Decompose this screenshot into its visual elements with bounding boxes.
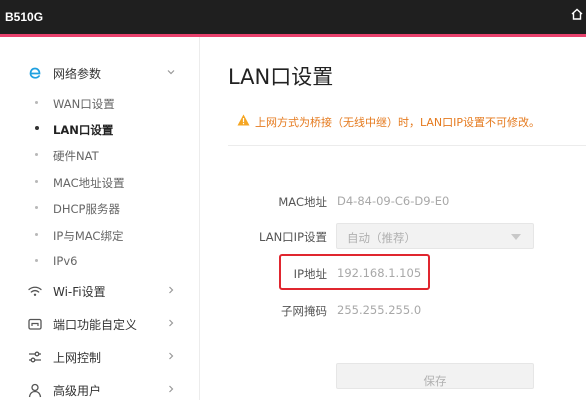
warning-text: 上网方式为桥接（无线中继）时，LAN口IP设置不可修改。 xyxy=(255,116,541,129)
sidebar: 网络参数 WAN口设置 LAN口设置 硬件NAT MAC地址设置 DHCP服务器… xyxy=(0,37,200,400)
top-bar: B510G xyxy=(0,0,586,34)
sidebar-item-lan[interactable]: LAN口设置 xyxy=(0,117,200,141)
sidebar-item-label: MAC地址设置 xyxy=(53,176,125,190)
mac-value: D4-84-09-C6-D9-E0 xyxy=(337,194,450,208)
subnet-mask-row: 子网掩码 255.255.255.0 xyxy=(201,297,586,323)
network-e-icon xyxy=(29,67,41,79)
lan-ip-setting-select[interactable]: 自动（推荐） xyxy=(336,223,534,249)
warning-notice: 上网方式为桥接（无线中继）时，LAN口IP设置不可修改。 xyxy=(237,113,582,131)
sidebar-group-wifi[interactable]: Wi-Fi设置 xyxy=(0,275,200,307)
sidebar-group-label: 网络参数 xyxy=(53,67,102,81)
sidebar-group-label: 高级用户 xyxy=(53,384,102,398)
sidebar-group-access-control[interactable]: 上网控制 xyxy=(0,341,200,373)
divider xyxy=(228,145,586,146)
bullet-dot xyxy=(35,101,38,104)
sidebar-item-label: DHCP服务器 xyxy=(53,202,120,216)
bullet-dot xyxy=(35,180,38,183)
lan-ip-setting-label: LAN口IP设置 xyxy=(259,230,327,244)
bullet-dot xyxy=(35,153,38,156)
sidebar-item-hardware-nat[interactable]: 硬件NAT xyxy=(0,143,200,167)
subnet-mask-value: 255.255.255.0 xyxy=(337,303,422,317)
sidebar-group-label: Wi-Fi设置 xyxy=(53,285,106,299)
bullet-dot xyxy=(35,206,38,209)
subnet-mask-label: 子网掩码 xyxy=(281,304,327,318)
sidebar-group-network[interactable]: 网络参数 xyxy=(0,57,200,89)
lan-ip-setting-value: 自动（推荐） xyxy=(347,231,416,245)
sidebar-item-label: 硬件NAT xyxy=(53,149,99,163)
sidebar-item-mac[interactable]: MAC地址设置 xyxy=(0,170,200,194)
bullet-dot xyxy=(35,126,39,130)
sidebar-item-label: WAN口设置 xyxy=(53,97,115,111)
bullet-dot xyxy=(35,259,38,262)
chevron-right-icon xyxy=(169,385,174,393)
warning-icon xyxy=(237,114,250,126)
sidebar-group-advanced-user[interactable]: 高级用户 xyxy=(0,374,200,400)
highlight-box xyxy=(279,254,430,290)
sidebar-item-label: LAN口设置 xyxy=(53,123,114,137)
sidebar-group-label: 上网控制 xyxy=(53,351,102,365)
main-panel: LAN口设置 上网方式为桥接（无线中继）时，LAN口IP设置不可修改。 MAC地… xyxy=(201,37,586,400)
chevron-down-icon xyxy=(167,70,175,75)
sidebar-item-label: IPv6 xyxy=(53,254,78,268)
chevron-right-icon xyxy=(169,286,174,294)
save-button-label: 保存 xyxy=(423,374,447,388)
mac-label: MAC地址 xyxy=(278,195,327,209)
lan-ip-setting-row: LAN口IP设置 自动（推荐） xyxy=(201,223,586,249)
sliders-icon xyxy=(29,351,41,363)
sidebar-item-ip-mac-binding[interactable]: IP与MAC绑定 xyxy=(0,223,200,247)
sidebar-item-dhcp[interactable]: DHCP服务器 xyxy=(0,196,200,220)
sidebar-group-port[interactable]: 端口功能自定义 xyxy=(0,308,200,340)
mac-row: MAC地址 D4-84-09-C6-D9-E0 xyxy=(201,188,586,214)
chevron-right-icon xyxy=(169,352,174,360)
chevron-right-icon xyxy=(169,319,174,327)
sidebar-item-label: IP与MAC绑定 xyxy=(53,229,124,243)
port-icon xyxy=(28,318,42,330)
sidebar-item-wan[interactable]: WAN口设置 xyxy=(0,91,200,115)
home-icon[interactable] xyxy=(570,7,584,21)
page-title: LAN口设置 xyxy=(228,65,334,89)
bullet-dot xyxy=(35,233,38,236)
save-button[interactable]: 保存 xyxy=(336,363,534,389)
sidebar-item-ipv6[interactable]: IPv6 xyxy=(0,249,200,273)
caret-down-icon xyxy=(511,234,521,240)
wifi-icon xyxy=(28,286,42,296)
device-model: B510G xyxy=(5,10,44,24)
sidebar-group-label: 端口功能自定义 xyxy=(53,318,138,332)
user-icon xyxy=(28,383,42,398)
